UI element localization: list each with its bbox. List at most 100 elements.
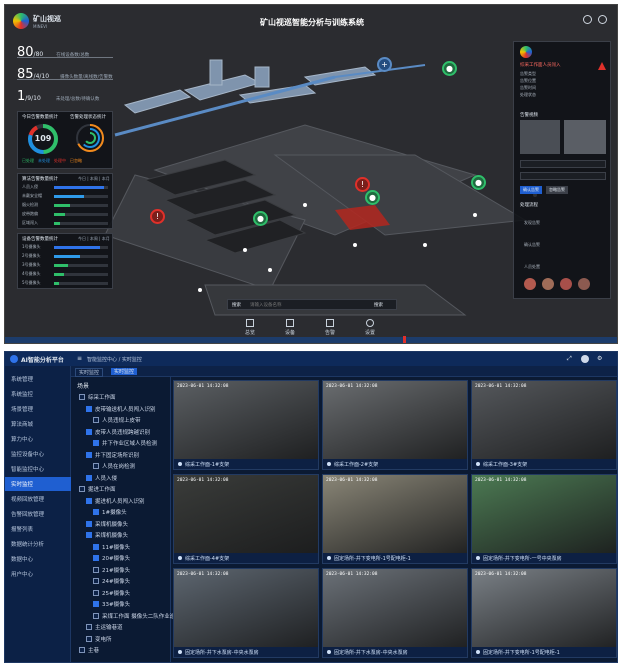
list1-period-tabs[interactable]: 今日 | 本周 | 本月 (78, 176, 110, 182)
checkbox[interactable] (93, 463, 99, 469)
checkbox[interactable] (79, 486, 85, 492)
camera-tile[interactable]: 2023-06-01 14:32:08 固定场所-井下水泵房-中央水泵房 (322, 568, 468, 658)
list2-period-tabs[interactable]: 今日 | 本周 | 本月 (78, 236, 110, 242)
avatar[interactable] (581, 355, 589, 363)
tree-row[interactable]: 人员入侵 (86, 474, 117, 482)
checkbox[interactable] (86, 624, 92, 630)
avatar[interactable] (560, 278, 572, 290)
checkbox[interactable] (86, 497, 92, 504)
tree-row[interactable]: 皮带输送机人员闯入识别 (86, 405, 156, 413)
tab-realtime-active[interactable]: 实时监控 (111, 368, 138, 375)
checkbox[interactable] (93, 566, 99, 573)
tab-overview[interactable]: 总览 (237, 317, 263, 339)
search-button[interactable]: 搜索 (374, 302, 383, 308)
tree-row[interactable]: 1#摄像头 (93, 508, 127, 516)
camera-tile[interactable]: 2023-06-01 14:32:08 固定场所-井下变电所-1号配电柜-1 (322, 474, 468, 564)
tree-row[interactable]: 掘进工作面 (79, 485, 116, 493)
user-icon[interactable] (598, 15, 607, 24)
avatar[interactable] (542, 278, 554, 290)
menu-toggle-icon[interactable]: ≡ (77, 355, 82, 362)
checkbox[interactable] (93, 440, 99, 446)
camera-tile[interactable]: 2023-06-01 14:32:08 综采工作面-3#支架 (471, 380, 617, 470)
checkbox[interactable] (86, 474, 92, 481)
confirm-alert-button[interactable]: 确认告警 (520, 186, 542, 194)
map-pin-camera[interactable]: ● (253, 211, 268, 226)
checkbox[interactable] (93, 509, 99, 515)
checkbox[interactable] (93, 543, 99, 550)
sidebar-item[interactable]: 算力中心 (5, 432, 71, 446)
sidebar-item[interactable]: 视频回放管理 (5, 492, 71, 506)
tree-row[interactable]: 人员违规上皮带 (93, 416, 141, 424)
tree-row[interactable]: 采煤机摄像头 (86, 531, 128, 539)
sidebar-item[interactable]: 告警回放管理 (5, 507, 71, 521)
camera-tile[interactable]: 2023-06-01 14:32:08 固定场所-井下变电所-一号中央泵房 (471, 474, 617, 564)
checkbox[interactable] (86, 428, 92, 435)
tree-row[interactable]: 变电所 (86, 635, 112, 643)
sidebar-item[interactable]: 场景管理 (5, 402, 71, 416)
alert-video-2[interactable] (564, 120, 606, 154)
sidebar-item[interactable]: 数据统计分析 (5, 537, 71, 551)
checkbox[interactable] (93, 612, 99, 619)
tree-row[interactable]: 掘进机人员闯入识别 (86, 497, 145, 505)
sidebar-item[interactable]: 用户中心 (5, 567, 71, 581)
tree-row[interactable]: 采煤机摄像头 (86, 520, 128, 528)
tree-row[interactable]: 主巷 (79, 646, 99, 654)
tab-settings[interactable]: 设置 (357, 317, 383, 339)
tab-realtime[interactable]: 实时监控 (75, 368, 104, 377)
avatar[interactable] (524, 278, 536, 290)
map-pin-camera[interactable]: ● (471, 175, 486, 190)
sidebar-item[interactable]: 系统监控 (5, 387, 71, 401)
tree-row[interactable]: 21#摄像头 (93, 566, 130, 574)
sidebar-item[interactable]: 实时监控 (5, 477, 71, 491)
sidebar-item[interactable]: 数据中心 (5, 552, 71, 566)
tree-row[interactable]: 井下作业区域人员检测 (93, 439, 157, 447)
settings-icon[interactable]: ⚙ (597, 355, 602, 362)
checkbox[interactable] (86, 451, 92, 458)
sidebar-item[interactable]: 算法商城 (5, 417, 71, 431)
checkbox[interactable] (86, 405, 92, 412)
sidebar-item[interactable]: 报警列表 (5, 522, 71, 536)
timeline-bar[interactable] (5, 337, 617, 343)
tree-row[interactable]: 人员在岗检测 (93, 462, 135, 470)
tree-row[interactable]: 采煤工作面 摄像头二队作业巡检 (93, 612, 181, 620)
checkbox[interactable] (93, 601, 99, 607)
alert-video-1[interactable] (520, 120, 560, 154)
tab-alerts[interactable]: 告警 (317, 317, 343, 339)
tree-row[interactable]: 皮带人员违规跨越识别 (86, 428, 150, 436)
camera-tile[interactable]: 2023-06-01 14:32:08 固定场所-井下变电所-1号配电柜-1 (471, 568, 617, 658)
ignore-alert-button[interactable]: 忽略告警 (546, 186, 568, 194)
sidebar-item[interactable]: 系统管理 (5, 372, 71, 386)
camera-tile[interactable]: 2023-06-01 14:32:08 综采工作面-4#支架 (173, 474, 319, 564)
checkbox[interactable] (93, 589, 99, 596)
tree-row[interactable]: 25#摄像头 (93, 589, 130, 597)
checkbox[interactable] (86, 520, 92, 527)
sidebar-item[interactable]: 监控设备中心 (5, 447, 71, 461)
tree-row[interactable]: 井下固定场所识别 (86, 451, 139, 459)
checkbox[interactable] (79, 647, 85, 653)
tree-row[interactable]: 20#摄像头 (93, 554, 130, 562)
search-input[interactable] (250, 301, 360, 309)
map-pin-camera[interactable]: ● (442, 61, 457, 76)
checkbox[interactable] (93, 555, 99, 561)
checkbox[interactable] (79, 394, 85, 400)
remark-input[interactable] (520, 160, 606, 168)
checkbox[interactable] (93, 578, 99, 584)
map-pin-camera[interactable]: ● (365, 190, 380, 205)
sidebar-item[interactable]: 智能监控中心 (5, 462, 71, 476)
map-pin-alert[interactable]: ! (355, 177, 370, 192)
map-pin-alert[interactable]: ! (150, 209, 165, 224)
tree-row[interactable]: 11#摄像头 (93, 543, 130, 551)
camera-tile[interactable]: 2023-06-01 14:32:08 综采工作面-2#支架 (322, 380, 468, 470)
tree-row[interactable]: 综采工作面 (79, 393, 116, 401)
checkbox[interactable] (93, 417, 99, 423)
camera-tile[interactable]: 2023-06-01 14:32:08 综采工作面-1#支架 (173, 380, 319, 470)
tree-row[interactable]: 主运输巷道 (86, 623, 123, 631)
avatar[interactable] (578, 278, 590, 290)
tree-row[interactable]: 24#摄像头 (93, 577, 130, 585)
fullscreen-icon[interactable]: ⤢ (567, 355, 572, 363)
checkbox[interactable] (86, 532, 92, 538)
map-pin-camera[interactable]: + (377, 57, 392, 72)
checkbox[interactable] (86, 635, 92, 642)
handler-input[interactable] (520, 172, 606, 180)
tree-row[interactable]: 33#摄像头 (93, 600, 130, 608)
